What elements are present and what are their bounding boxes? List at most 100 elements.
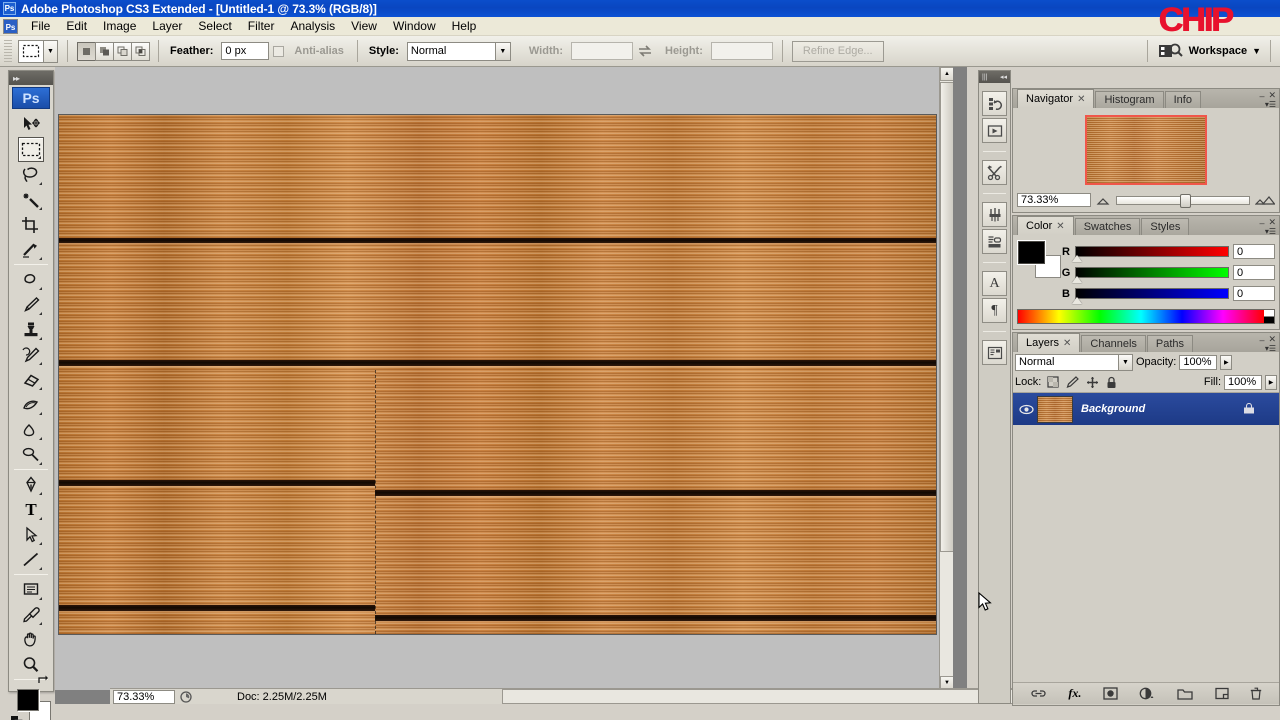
menu-help[interactable]: Help	[444, 17, 485, 35]
style-select[interactable]: Normal ▼	[406, 41, 511, 61]
menu-filter[interactable]: Filter	[240, 17, 283, 35]
swap-dimensions-icon[interactable]	[637, 45, 659, 57]
tab-navigator[interactable]: Navigator ✕	[1017, 89, 1095, 108]
blend-mode-chevron-down-icon[interactable]: ▼	[1118, 354, 1132, 370]
green-value[interactable]: 0	[1233, 265, 1275, 280]
add-layer-style-icon[interactable]: fx.	[1068, 686, 1081, 701]
move-tool[interactable]	[18, 112, 44, 137]
refine-edge-button[interactable]: Refine Edge...	[791, 40, 884, 62]
layer-thumbnail[interactable]	[1037, 395, 1073, 423]
menu-image[interactable]: Image	[95, 17, 144, 35]
dodge-tool[interactable]	[18, 442, 44, 467]
navigator-zoom-input[interactable]: 73.33%	[1017, 193, 1091, 207]
layer-row-background[interactable]: Background	[1013, 393, 1279, 425]
new-layer-icon[interactable]	[1214, 687, 1229, 700]
fill-value[interactable]: 100%	[1224, 374, 1262, 390]
lock-image-pixels-icon[interactable]	[1066, 376, 1080, 388]
tab-styles[interactable]: Styles	[1141, 218, 1190, 235]
opacity-stepper[interactable]: ▶	[1220, 354, 1233, 370]
toolbox-header[interactable]: ▸▸	[9, 71, 53, 85]
tab-swatches[interactable]: Swatches	[1074, 218, 1141, 235]
navigator-zoom-knob[interactable]	[1180, 193, 1192, 208]
brushes-panel-icon[interactable]	[982, 202, 1007, 227]
new-adjustment-layer-icon[interactable]	[1139, 687, 1155, 700]
layer-visibility-icon[interactable]	[1015, 404, 1037, 415]
default-colors-icon[interactable]	[11, 716, 23, 720]
status-zoom-field[interactable]: 73.33%	[113, 689, 175, 704]
crop-tool[interactable]	[18, 212, 44, 237]
tab-paths[interactable]: Paths	[1146, 335, 1194, 352]
workspace-button[interactable]: Workspace ▼	[1189, 45, 1261, 57]
green-slider-thumb[interactable]	[1072, 276, 1082, 283]
clone-stamp-tool[interactable]	[18, 317, 44, 342]
actions-panel-icon[interactable]	[982, 118, 1007, 143]
tool-preset-chevron-down-icon[interactable]: ▼	[43, 40, 57, 62]
lock-position-icon[interactable]	[1086, 376, 1099, 389]
swap-colors-icon[interactable]	[36, 674, 50, 686]
zoom-out-icon[interactable]	[1096, 195, 1111, 205]
menu-window[interactable]: Window	[385, 17, 444, 35]
minimize-icon[interactable]: –	[1259, 218, 1264, 228]
anti-alias-checkbox[interactable]	[273, 45, 285, 57]
notes-tool[interactable]	[18, 577, 44, 602]
minimize-icon[interactable]: –	[1259, 335, 1264, 345]
layers-panel-menu-icon[interactable]: ▾☰	[1265, 344, 1276, 353]
menu-analysis[interactable]: Analysis	[282, 17, 343, 35]
foreground-color-swatch[interactable]	[17, 689, 39, 711]
add-layer-mask-icon[interactable]	[1103, 687, 1118, 700]
tool-presets-panel-icon[interactable]	[982, 160, 1007, 185]
gradient-tool[interactable]	[18, 392, 44, 417]
menu-file[interactable]: File	[23, 17, 58, 35]
close-icon[interactable]: ✕	[1077, 94, 1085, 105]
magic-wand-tool[interactable]	[18, 187, 44, 212]
clone-source-panel-icon[interactable]	[982, 229, 1007, 254]
link-layers-icon[interactable]	[1030, 688, 1047, 699]
horizontal-type-tool[interactable]: T	[18, 497, 44, 522]
lock-transparent-pixels-icon[interactable]	[1047, 376, 1059, 388]
options-bar-grip[interactable]	[4, 40, 12, 62]
character-panel-icon[interactable]: A	[982, 271, 1007, 296]
close-icon[interactable]: ✕	[1056, 221, 1064, 232]
feather-input[interactable]: 0 px	[221, 42, 270, 60]
canvas-vertical-scrollbar[interactable]: ▲ ▼	[939, 67, 953, 690]
history-brush-tool[interactable]	[18, 342, 44, 367]
delete-layer-icon[interactable]	[1250, 687, 1262, 700]
menu-view[interactable]: View	[343, 17, 385, 35]
white-black-swatch[interactable]	[1264, 310, 1274, 323]
width-input[interactable]	[571, 42, 633, 60]
history-panel-icon[interactable]	[982, 91, 1007, 116]
color-spectrum-ramp[interactable]	[1017, 309, 1275, 324]
red-value[interactable]: 0	[1233, 244, 1275, 259]
menu-edit[interactable]: Edit	[58, 17, 95, 35]
minimize-icon[interactable]: –	[1259, 91, 1264, 101]
red-slider-thumb[interactable]	[1072, 255, 1082, 262]
navigator-thumbnail-area[interactable]	[1017, 112, 1275, 188]
collapse-dock-icon[interactable]: ◂◂	[1000, 73, 1007, 81]
add-to-selection-button[interactable]	[95, 41, 114, 61]
close-icon[interactable]: ✕	[1063, 338, 1071, 349]
eyedropper-tool[interactable]	[18, 602, 44, 627]
lasso-tool[interactable]	[18, 162, 44, 187]
blue-slider[interactable]	[1072, 288, 1229, 304]
tab-histogram[interactable]: Histogram	[1095, 91, 1164, 108]
blue-slider-thumb[interactable]	[1072, 297, 1082, 304]
hand-tool[interactable]	[18, 627, 44, 652]
layer-list[interactable]: Background	[1013, 392, 1279, 682]
pen-tool[interactable]	[18, 472, 44, 497]
intersect-selection-button[interactable]	[131, 41, 150, 61]
red-slider[interactable]	[1072, 246, 1229, 262]
blur-tool[interactable]	[18, 417, 44, 442]
blue-value[interactable]: 0	[1233, 286, 1275, 301]
spectrum-gradient[interactable]	[1018, 310, 1264, 323]
menu-app-icon[interactable]: Ps	[3, 18, 18, 34]
layer-comps-panel-icon[interactable]	[982, 340, 1007, 365]
scroll-up-button[interactable]: ▲	[940, 67, 953, 81]
height-input[interactable]	[710, 42, 773, 60]
rectangular-marquee-tool[interactable]	[18, 137, 44, 162]
tab-color[interactable]: Color ✕	[1017, 216, 1074, 235]
new-selection-button[interactable]	[77, 41, 96, 61]
canvas-horizontal-scrollbar[interactable]	[502, 689, 1022, 704]
tab-layers[interactable]: Layers ✕	[1017, 333, 1081, 352]
fill-stepper[interactable]: ▶	[1265, 374, 1277, 390]
brush-tool[interactable]	[18, 292, 44, 317]
